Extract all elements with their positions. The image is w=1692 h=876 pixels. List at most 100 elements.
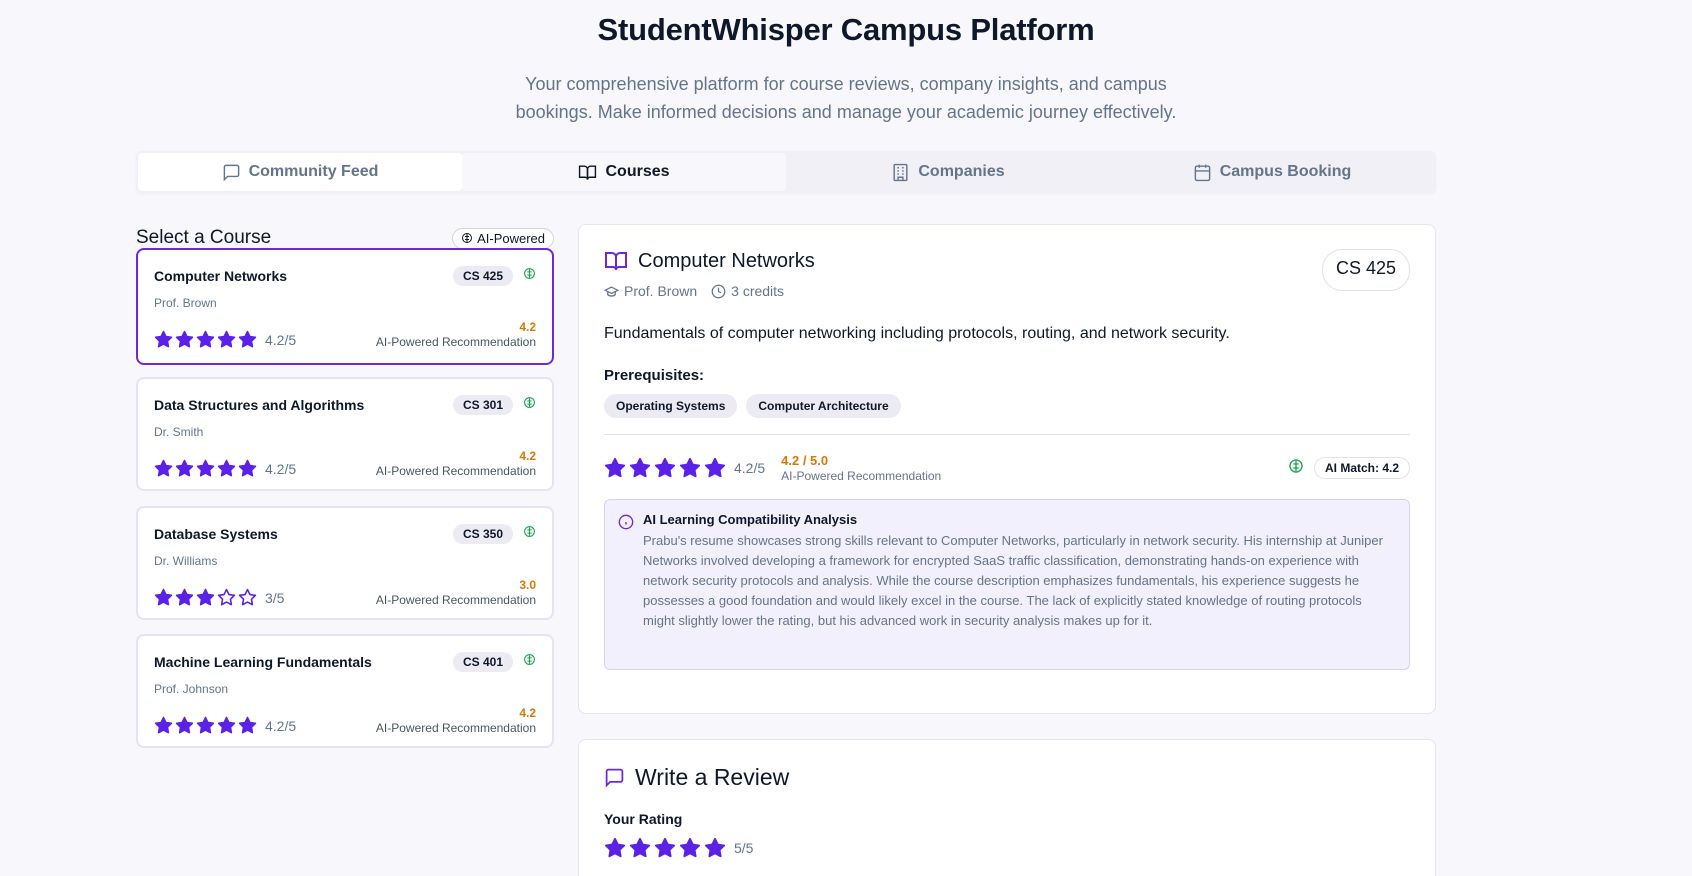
- star-filled-icon: [238, 716, 257, 734]
- course-card[interactable]: Machine Learning Fundamentals CS 401 Prof.…: [136, 634, 554, 748]
- star-empty-icon: [217, 588, 236, 606]
- review-title: Write a Review: [635, 764, 790, 790]
- course-name: Computer Networks: [154, 268, 288, 284]
- book-icon: [579, 164, 597, 180]
- tab-campus-booking[interactable]: Campus Booking: [1110, 153, 1434, 191]
- course-code-badge: CS 401: [452, 652, 513, 672]
- brain-icon: [524, 397, 535, 408]
- instructor: Prof. Brown: [604, 283, 697, 299]
- ai-match-badge: AI Match: 4.2: [1313, 457, 1410, 479]
- rating-text: 4.2/5: [265, 460, 297, 477]
- prerequisite-chip: Computer Architecture: [746, 394, 901, 418]
- star-filled-icon: [654, 457, 676, 478]
- page-subtitle: Your comprehensive platform for course r…: [515, 74, 1177, 122]
- star-filled-icon: [679, 457, 701, 478]
- graduation-cap-icon: [604, 285, 619, 297]
- ai-powered-badge: AI-Powered: [452, 227, 554, 249]
- recommendation-score: 4.2: [519, 320, 536, 334]
- star-filled-icon: [196, 459, 215, 477]
- course-name: Machine Learning Fundamentals: [154, 654, 372, 670]
- rating-input[interactable]: [604, 837, 726, 859]
- page-header: StudentWhisper Campus Platform Your comp…: [0, 0, 1692, 126]
- ai-analysis-title: AI Learning Compatibility Analysis: [643, 512, 858, 527]
- course-instructor: Dr. Williams: [154, 554, 218, 568]
- prerequisite-chip: Operating Systems: [604, 394, 738, 418]
- page-title: StudentWhisper Campus Platform: [597, 12, 1095, 47]
- brain-icon: [524, 654, 535, 665]
- course-card[interactable]: Computer Networks CS 425 Prof. Brown 4.2/5 4…: [136, 248, 554, 365]
- course-code-badge: CS 301: [452, 395, 513, 415]
- star-filled-icon: [238, 459, 257, 477]
- rating-text: 4.2/5: [265, 717, 297, 734]
- course-code-badge: CS 425: [452, 266, 513, 286]
- star-filled-icon: [175, 330, 194, 348]
- course-list-panel: Select a Course AI-Powered Computer Netw…: [136, 224, 554, 748]
- recommendation-score: 3.0: [519, 578, 536, 592]
- prerequisites-label: Prerequisites:: [604, 367, 705, 384]
- star-filled-icon: [196, 716, 215, 734]
- course-code-badge: CS 350: [452, 524, 513, 544]
- your-rating-label: Your Rating: [604, 811, 683, 827]
- star-filled-icon: [217, 459, 236, 477]
- star-rating: [604, 457, 726, 479]
- star-filled-icon[interactable]: [629, 837, 651, 859]
- star-filled-icon[interactable]: [704, 837, 726, 859]
- course-instructor: Dr. Smith: [154, 425, 204, 439]
- badge-label: AI-Powered: [477, 230, 545, 246]
- brain-icon: [1289, 458, 1303, 473]
- course-card[interactable]: Database Systems CS 350 Dr. Williams 3/5 3.0…: [136, 506, 554, 620]
- instructor-name: Prof. Brown: [624, 283, 698, 299]
- info-icon: [618, 514, 634, 530]
- prerequisites-list: Operating Systems Computer Architecture: [604, 394, 1410, 418]
- course-title: Computer Networks: [638, 249, 815, 272]
- star-rating: [154, 459, 257, 478]
- rating-text: 4.2/5: [734, 460, 766, 476]
- star-filled-icon[interactable]: [679, 837, 701, 859]
- divider: [604, 434, 1410, 435]
- tab-label: Community Feed: [248, 163, 379, 180]
- star-filled-icon: [238, 330, 257, 348]
- brain-icon: [462, 233, 473, 243]
- star-rating: [154, 588, 257, 607]
- building-icon: [893, 163, 908, 181]
- star-rating: [154, 330, 257, 349]
- tab-label: Companies: [918, 163, 1005, 180]
- rating-text: 3/5: [265, 589, 285, 606]
- tab-community-feed[interactable]: Community Feed: [138, 153, 462, 191]
- tab-courses[interactable]: Courses: [462, 153, 786, 191]
- star-filled-icon: [196, 588, 215, 606]
- message-icon: [605, 768, 624, 788]
- brain-icon: [524, 526, 535, 537]
- star-filled-icon: [154, 588, 173, 606]
- credits: 3 credits: [711, 283, 784, 299]
- course-code-badge: CS 425: [1321, 249, 1410, 291]
- recommendation-score: 4.2: [519, 706, 536, 720]
- star-filled-icon: [629, 457, 651, 478]
- ai-analysis-box: AI Learning Compatibility Analysis Prabu…: [604, 499, 1410, 670]
- ai-analysis-text: Prabu's resume showcases strong skills r…: [643, 533, 1383, 628]
- recommendation-label: AI-Powered Recommendation: [375, 721, 536, 735]
- star-filled-icon[interactable]: [654, 837, 676, 859]
- tab-companies[interactable]: Companies: [786, 153, 1110, 191]
- star-filled-icon: [217, 716, 236, 734]
- message-icon: [223, 164, 239, 181]
- calendar-icon: [1194, 164, 1211, 181]
- rating-text: 5/5: [734, 840, 754, 856]
- write-review-card: Write a Review Your Rating 5/5: [578, 739, 1436, 876]
- tab-label: Courses: [605, 163, 670, 180]
- course-instructor: Prof. Johnson: [154, 682, 229, 696]
- star-filled-icon[interactable]: [604, 837, 626, 859]
- rating-text: 4.2/5: [265, 331, 297, 348]
- star-rating: [154, 716, 257, 735]
- brain-icon: [524, 268, 535, 279]
- star-filled-icon: [175, 716, 194, 734]
- recommendation-label: AI-Powered Recommendation: [375, 335, 536, 349]
- credits-value: 3 credits: [731, 283, 785, 299]
- star-filled-icon: [196, 330, 215, 348]
- star-filled-icon: [154, 330, 173, 348]
- star-empty-icon: [238, 588, 257, 606]
- course-card[interactable]: Data Structures and Algorithms CS 301 Dr. …: [136, 377, 554, 491]
- star-filled-icon: [217, 330, 236, 348]
- star-filled-icon: [175, 459, 194, 477]
- course-name: Data Structures and Algorithms: [154, 397, 365, 413]
